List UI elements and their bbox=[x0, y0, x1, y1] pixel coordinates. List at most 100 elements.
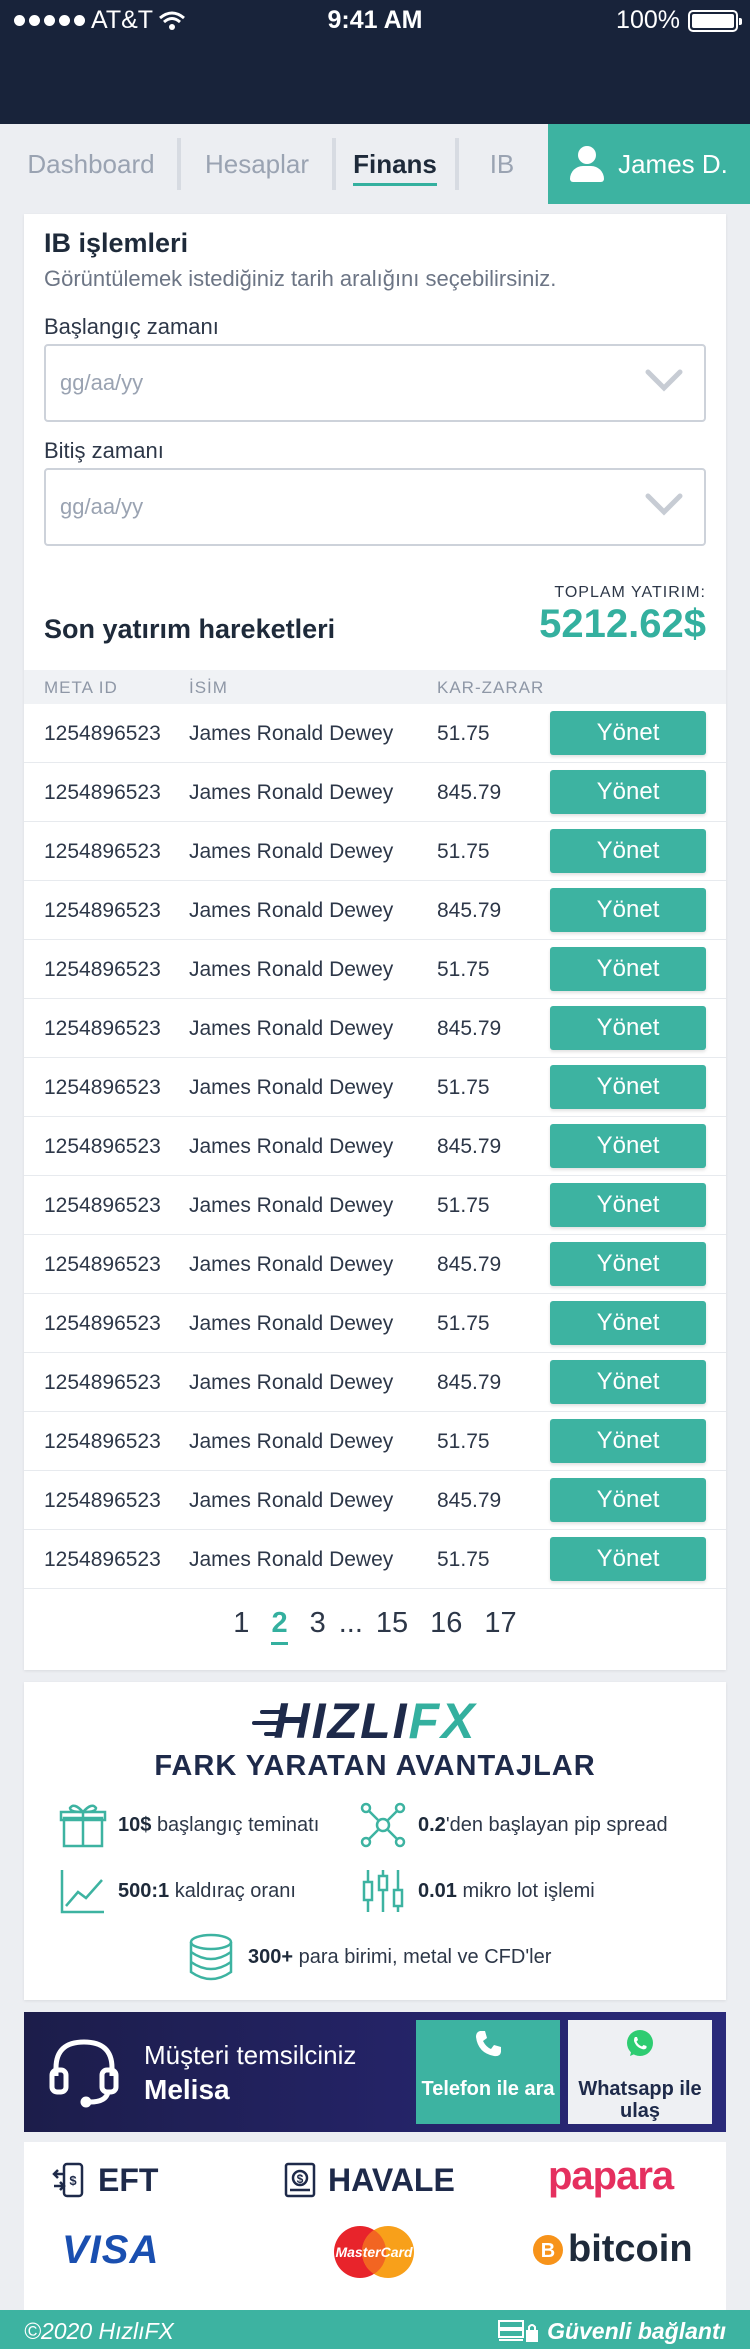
meta-id-cell: 1254896523 bbox=[44, 958, 161, 981]
advantage-item: 0.01 mikro lot işlemi bbox=[358, 1866, 595, 1916]
advantage-item: 10$ başlangıç teminatı bbox=[58, 1800, 319, 1850]
name-cell: James Ronald Dewey bbox=[189, 1312, 394, 1335]
meta-id-cell: 1254896523 bbox=[44, 1312, 161, 1335]
page-link[interactable]: 16 bbox=[430, 1607, 462, 1640]
svg-text:MasterCard: MasterCard bbox=[335, 2244, 412, 2260]
tab-hesaplar[interactable]: Hesaplar bbox=[186, 124, 328, 204]
total-investment-value: 5212.62$ bbox=[539, 602, 706, 646]
meta-id-cell: 1254896523 bbox=[44, 1489, 161, 1512]
manage-button[interactable]: Yönet bbox=[550, 1537, 706, 1581]
headset-icon bbox=[49, 2039, 119, 2108]
manage-button[interactable]: Yönet bbox=[550, 1065, 706, 1109]
table-row: 1254896523 James Ronald Dewey 845.79 Yönet bbox=[24, 999, 726, 1058]
candlestick-icon bbox=[362, 1870, 404, 1912]
brand-logo: HIZLIFX bbox=[273, 1693, 477, 1749]
manage-button[interactable]: Yönet bbox=[550, 947, 706, 991]
name-cell: James Ronald Dewey bbox=[189, 1430, 394, 1453]
profit-loss-cell: 51.75 bbox=[437, 958, 490, 981]
secure-server-icon bbox=[498, 2319, 539, 2342]
end-date-label: Bitiş zamanı bbox=[44, 438, 164, 463]
page-link[interactable]: 1 bbox=[233, 1607, 249, 1640]
whatsapp-button[interactable]: Whatsapp ile ulaş bbox=[568, 2020, 712, 2124]
name-cell: James Ronald Dewey bbox=[189, 1017, 394, 1040]
name-cell: James Ronald Dewey bbox=[189, 1548, 394, 1571]
name-cell: James Ronald Dewey bbox=[189, 1076, 394, 1099]
meta-id-cell: 1254896523 bbox=[44, 1253, 161, 1276]
profit-loss-cell: 51.75 bbox=[437, 1430, 490, 1453]
manage-button[interactable]: Yönet bbox=[550, 1478, 706, 1522]
page-link[interactable]: 3 bbox=[310, 1607, 326, 1640]
manage-button[interactable]: Yönet bbox=[550, 829, 706, 873]
visa-logo: VISA bbox=[62, 2228, 160, 2272]
secure-connection: Güvenli bağlantı bbox=[497, 2318, 726, 2345]
page-link[interactable]: 15 bbox=[376, 1607, 408, 1640]
table-row: 1254896523 James Ronald Dewey 51.75 Yönet bbox=[24, 940, 726, 999]
manage-button[interactable]: Yönet bbox=[550, 888, 706, 932]
name-cell: James Ronald Dewey bbox=[189, 958, 394, 981]
tab-finans[interactable]: Finans bbox=[340, 124, 450, 204]
start-date-label: Başlangıç zamanı bbox=[44, 314, 219, 339]
page-link[interactable]: 2 bbox=[271, 1607, 288, 1645]
advantage-item: 300+ para birimi, metal ve CFD'ler bbox=[184, 1932, 551, 1982]
table-row: 1254896523 James Ronald Dewey 51.75 Yönet bbox=[24, 1058, 726, 1117]
manage-button[interactable]: Yönet bbox=[550, 1124, 706, 1168]
profit-loss-cell: 845.79 bbox=[437, 1135, 502, 1158]
tab-dashboard[interactable]: Dashboard bbox=[10, 124, 172, 204]
manage-button[interactable]: Yönet bbox=[550, 770, 706, 814]
meta-id-cell: 1254896523 bbox=[44, 722, 161, 745]
manage-button[interactable]: Yönet bbox=[550, 1419, 706, 1463]
column-header-meta-id: META ID bbox=[44, 678, 118, 697]
phone-call-button[interactable]: Telefon ile ara bbox=[416, 2020, 560, 2124]
chevron-down-icon bbox=[645, 493, 683, 516]
advantages-title: FARK YARATAN AVANTAJLAR bbox=[154, 1750, 596, 1782]
papara-logo: papara bbox=[548, 2154, 674, 2198]
name-cell: James Ronald Dewey bbox=[189, 1253, 394, 1276]
meta-id-cell: 1254896523 bbox=[44, 1076, 161, 1099]
manage-button[interactable]: Yönet bbox=[550, 1183, 706, 1227]
battery-icon bbox=[688, 9, 742, 32]
profit-loss-cell: 51.75 bbox=[437, 1076, 490, 1099]
meta-id-cell: 1254896523 bbox=[44, 840, 161, 863]
top-nav: Dashboard Hesaplar Finans IB James D. bbox=[0, 124, 750, 204]
whatsapp-icon bbox=[627, 2030, 653, 2056]
pagination-ellipsis: ... bbox=[338, 1607, 363, 1639]
table-row: 1254896523 James Ronald Dewey 51.75 Yönet bbox=[24, 1176, 726, 1235]
chevron-down-icon bbox=[645, 369, 683, 392]
investments-table: 1254896523 James Ronald Dewey 51.75 Yönet 12… bbox=[24, 704, 726, 1589]
manage-button[interactable]: Yönet bbox=[550, 1242, 706, 1286]
start-date-field[interactable]: gg/aa/yy bbox=[44, 344, 706, 422]
phone-icon bbox=[476, 2031, 501, 2057]
table-row: 1254896523 James Ronald Dewey 51.75 Yönet bbox=[24, 1294, 726, 1353]
pagination: 1 2 3... 15 16 17 bbox=[24, 1607, 726, 1645]
tab-ib[interactable]: IB bbox=[462, 124, 542, 204]
name-cell: James Ronald Dewey bbox=[189, 1135, 394, 1158]
eft-logo: $ EFT bbox=[52, 2160, 158, 2200]
battery-percent: 100% bbox=[616, 6, 680, 34]
meta-id-cell: 1254896523 bbox=[44, 899, 161, 922]
status-bar: AT&T 9:41 AM 100% bbox=[0, 0, 750, 40]
name-cell: James Ronald Dewey bbox=[189, 1371, 394, 1394]
mastercard-logo: MasterCard bbox=[326, 2224, 422, 2280]
profit-loss-cell: 51.75 bbox=[437, 722, 490, 745]
section-title: Son yatırım hareketleri bbox=[44, 614, 336, 644]
meta-id-cell: 1254896523 bbox=[44, 1194, 161, 1217]
manage-button[interactable]: Yönet bbox=[550, 1360, 706, 1404]
table-row: 1254896523 James Ronald Dewey 51.75 Yönet bbox=[24, 1530, 726, 1589]
end-date-field[interactable]: gg/aa/yy bbox=[44, 468, 706, 546]
payment-methods: $ EFT $ HAVALE papara VISA MasterCard B … bbox=[24, 2142, 726, 2310]
profit-loss-cell: 51.75 bbox=[437, 1194, 490, 1217]
nav-divider bbox=[177, 138, 181, 190]
gift-icon bbox=[59, 1804, 107, 1848]
user-name: James D. bbox=[618, 148, 728, 179]
page-link[interactable]: 17 bbox=[484, 1607, 516, 1640]
app-header bbox=[0, 40, 750, 124]
manage-button[interactable]: Yönet bbox=[550, 1301, 706, 1345]
profit-loss-cell: 845.79 bbox=[437, 899, 502, 922]
meta-id-cell: 1254896523 bbox=[44, 781, 161, 804]
manage-button[interactable]: Yönet bbox=[550, 1006, 706, 1050]
profit-loss-cell: 845.79 bbox=[437, 1253, 502, 1276]
user-menu-button[interactable]: James D. bbox=[548, 124, 750, 204]
manage-button[interactable]: Yönet bbox=[550, 711, 706, 755]
table-row: 1254896523 James Ronald Dewey 845.79 Yönet bbox=[24, 881, 726, 940]
name-cell: James Ronald Dewey bbox=[189, 781, 394, 804]
